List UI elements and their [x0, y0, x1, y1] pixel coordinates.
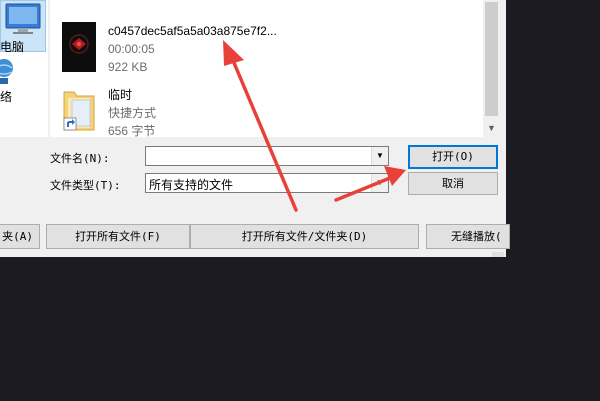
filename-label: 文件名(N): [50, 152, 110, 165]
computer-icon [5, 3, 41, 34]
list-item[interactable]: c0457dec5af5a5a03a875e7f2... 00:00:05 92… [62, 22, 392, 78]
file-list: c0457dec5af5a5a03a875e7f2... 00:00:05 92… [50, 0, 483, 137]
network-icon [0, 59, 13, 84]
cancel-button[interactable]: 取消 [408, 172, 498, 195]
open-folder-button[interactable]: 夹(A) [0, 224, 40, 249]
resize-grip[interactable] [492, 252, 504, 257]
filetype-select[interactable]: 所有支持的文件 ▼ [145, 173, 389, 193]
open-file-dialog: 电脑 络 c0457dec5af5a5a03a875e7f2... 00:00:… [0, 0, 510, 257]
file-size: 656 字节 [108, 124, 156, 137]
filetype-label: 文件类型(T): [50, 179, 121, 192]
filename-field[interactable]: ▼ [145, 146, 389, 166]
folder-shortcut-icon [63, 91, 95, 131]
open-all-files-folders-button[interactable]: 打开所有文件/文件夹(D) [190, 224, 419, 249]
chevron-down-icon[interactable]: ▼ [371, 147, 388, 165]
file-name: 临时 [108, 88, 133, 102]
chevron-down-icon[interactable]: ▼ [483, 121, 500, 135]
file-name: c0457dec5af5a5a03a875e7f2... [108, 24, 277, 38]
vertical-scrollbar[interactable]: ▼ [483, 0, 500, 137]
list-item[interactable]: 临时 快捷方式 656 字节 [62, 84, 392, 137]
file-type: 快捷方式 [108, 106, 157, 120]
sidebar-item-label: 电脑 [0, 40, 25, 54]
chevron-down-icon[interactable]: ▼ [371, 174, 388, 192]
file-duration: 00:00:05 [108, 42, 155, 56]
open-button[interactable]: 打开(O) [408, 145, 498, 169]
file-size: 922 KB [108, 60, 148, 74]
seamless-play-button[interactable]: 无缝播放( [426, 224, 510, 249]
scrollbar-thumb[interactable] [485, 2, 498, 116]
navigation-pane: 电脑 络 [0, 0, 48, 137]
open-all-files-button[interactable]: 打开所有文件(F) [46, 224, 190, 249]
video-thumbnail [62, 22, 96, 72]
sidebar-item-label: 络 [0, 90, 13, 104]
filetype-value: 所有支持的文件 [149, 178, 234, 192]
